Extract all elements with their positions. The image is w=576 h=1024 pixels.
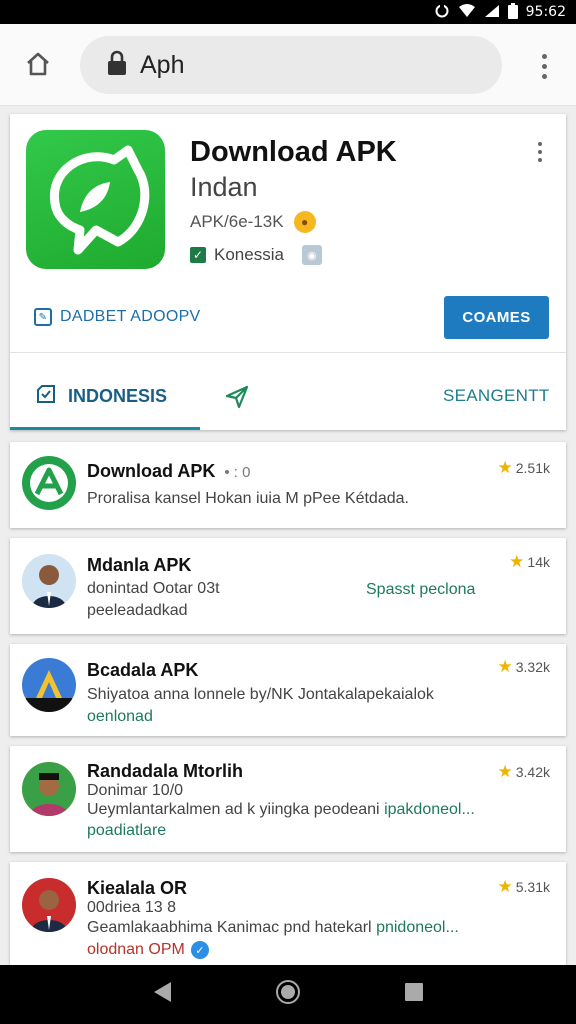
- app-header-card: Download APK Indan APK/6e-13K ● ✓ Koness…: [10, 114, 566, 430]
- tab-seangentt[interactable]: SEANGENTT: [443, 386, 550, 406]
- item-rating: ★ 14k: [509, 552, 550, 571]
- item-description: Proralisa kansel Hokan iuia M pPee Kétda…: [87, 490, 409, 507]
- list-item[interactable]: Mdanla APK donintad Ootar 03t Spasst pec…: [10, 538, 566, 634]
- star-icon: ★: [497, 458, 513, 477]
- item-subline: donintad Ootar 03t: [87, 580, 220, 597]
- item-title: Randadala Mtorlih: [87, 761, 244, 781]
- list-item[interactable]: Randadala Mtorlih Donimar 10/0 Ueymlanta…: [10, 746, 566, 852]
- tab-indonesis[interactable]: INDONESIS: [34, 382, 167, 411]
- signal-icon: [484, 4, 500, 20]
- avatar: [22, 554, 76, 608]
- app-title: Download APK: [190, 136, 397, 168]
- primary-button[interactable]: COAMES: [444, 296, 549, 339]
- list-item[interactable]: Kiealala OR 00driea 13 8 Geamlakaabhima …: [10, 862, 566, 965]
- star-icon: ★: [497, 657, 513, 676]
- app-icon: [26, 130, 165, 269]
- divider: [10, 352, 566, 353]
- tab-indonesis-label: INDONESIS: [68, 386, 168, 406]
- addon-link[interactable]: ✎ DADBET ADOOPV: [34, 308, 201, 326]
- battery-icon: [507, 3, 518, 21]
- indonesia-tab-icon: [34, 382, 58, 411]
- item-description: Ueymlantarkalmen ad k yiingka peodeani i…: [87, 801, 475, 818]
- recents-nav-icon[interactable]: [403, 981, 425, 1008]
- item-rating: ★ 3.32k: [497, 657, 551, 676]
- item-title: Bcadala APK: [87, 660, 199, 680]
- app-meta-text: APK/6e-13K: [190, 212, 284, 231]
- region-text: Konessia: [214, 245, 284, 264]
- verified-icon: ✓: [190, 941, 209, 959]
- app-meta: APK/6e-13K ●: [190, 211, 316, 233]
- list-item[interactable]: Bcadala APK Shiyatoa anna lonnele by/NK …: [10, 644, 566, 736]
- lock-icon: [106, 50, 128, 81]
- item-title: Kiealala OR: [87, 878, 188, 898]
- star-icon: ★: [509, 552, 525, 571]
- wifi-icon: [458, 4, 476, 20]
- item-subline: 00driea 13 8: [87, 899, 176, 916]
- edit-icon: ✎: [34, 308, 52, 326]
- url-bar[interactable]: Aph: [80, 36, 502, 94]
- item-link[interactable]: Spasst peclona: [366, 581, 475, 599]
- home-nav-icon[interactable]: [275, 979, 301, 1010]
- app-subtitle: Indan: [190, 172, 258, 202]
- send-icon[interactable]: [224, 384, 250, 415]
- active-tab-indicator: [10, 427, 200, 430]
- back-nav-icon[interactable]: [151, 980, 173, 1009]
- more-vert-icon[interactable]: [530, 50, 558, 82]
- app-region: ✓ Konessia ◉: [190, 245, 322, 265]
- status-bar: 95:62: [0, 0, 576, 24]
- item-description: Geamlakaabhima Kanimac pnd hatekarl pnid…: [87, 919, 459, 936]
- item-link[interactable]: oenlonad: [87, 708, 153, 726]
- avatar: [22, 878, 76, 932]
- check-icon: ✓: [190, 247, 206, 263]
- app-logo-icon: [22, 658, 76, 712]
- item-title: Download APK • : 0: [87, 461, 251, 481]
- home-button[interactable]: [20, 48, 56, 84]
- addon-label: DADBET ADOOPV: [60, 308, 201, 325]
- item-description: Shiyatoa anna lonnele by/NK Jontakalapek…: [87, 686, 434, 703]
- card-more-icon[interactable]: [538, 142, 542, 162]
- url-text: Aph: [140, 50, 185, 79]
- system-nav-bar: [0, 965, 576, 1024]
- item-link[interactable]: poadiatlare: [87, 822, 166, 840]
- item-rating: ★ 3.42k: [497, 762, 551, 781]
- item-tag: olodnan OPM ✓: [87, 941, 209, 959]
- sync-icon: [434, 3, 450, 21]
- item-description: peeleadadkad: [87, 602, 188, 619]
- star-icon: ★: [497, 762, 513, 781]
- emoji-icon: ●: [293, 211, 316, 233]
- home-icon: [24, 50, 52, 83]
- item-subline: Donimar 10/0: [87, 782, 184, 799]
- list-item[interactable]: Download APK • : 0 Proralisa kansel Hoka…: [10, 442, 566, 528]
- item-rating: ★ 5.31k: [497, 877, 551, 896]
- item-title: Mdanla APK: [87, 555, 192, 575]
- badge-icon: ◉: [301, 245, 322, 265]
- app-logo-icon: [22, 456, 76, 510]
- browser-toolbar: Aph: [0, 24, 576, 106]
- star-icon: ★: [497, 877, 513, 896]
- item-rating: ★ 2.51k: [497, 458, 551, 477]
- avatar: [22, 762, 76, 816]
- clock: 95:62: [525, 4, 566, 20]
